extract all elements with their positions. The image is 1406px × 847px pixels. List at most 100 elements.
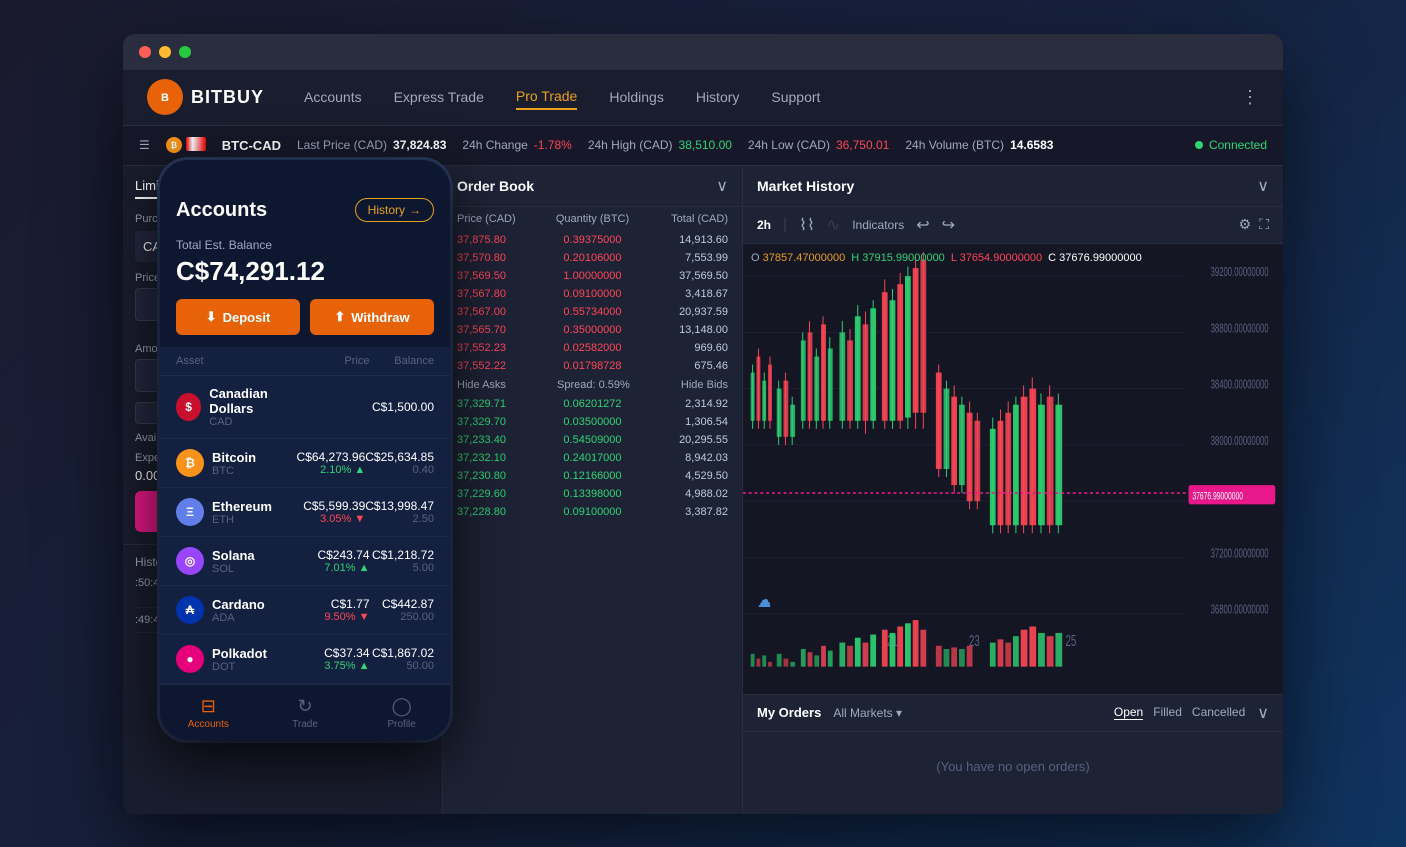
asset-symbol: ETH	[212, 514, 272, 526]
cancelled-orders-tab[interactable]: Cancelled	[1192, 705, 1245, 720]
bid-row[interactable]: 37,233.400.5450900020,295.55	[443, 431, 742, 449]
my-orders-chevron-icon[interactable]: ∨	[1257, 703, 1269, 723]
mobile-withdraw-button[interactable]: ⬆ Withdraw	[310, 299, 434, 335]
chart-fullscreen-icon[interactable]: ⛶	[1259, 216, 1269, 233]
asset-icon: ₳	[176, 596, 204, 624]
asset-balance-qty: 250.00	[370, 611, 435, 623]
ask-row[interactable]: 37,567.000.5573400020,937.59	[443, 303, 742, 321]
asset-price: C$1.77	[305, 597, 370, 611]
bid-row[interactable]: 37,228.800.091000003,387.82	[443, 503, 742, 521]
mobile-statusbar	[160, 160, 450, 184]
chart-indicators-button[interactable]: Indicators	[852, 218, 904, 232]
chart-actions: ⚙ ⛶	[1239, 216, 1269, 233]
minimize-window-dot[interactable]	[159, 46, 171, 58]
profile-nav-icon: ◯	[392, 696, 412, 717]
ask-row[interactable]: 37,570.800.201060007,553.99	[443, 249, 742, 267]
ask-row[interactable]: 37,567.800.091000003,418.67	[443, 285, 742, 303]
svg-text:39200.00000000: 39200.00000000	[1211, 265, 1269, 280]
nav-pro-trade[interactable]: Pro Trade	[516, 84, 577, 110]
chart-timeframe[interactable]: 2h	[757, 218, 771, 232]
ask-row[interactable]: 37,565.700.3500000013,148.00	[443, 321, 742, 339]
hide-bids-button[interactable]: Hide Bids	[681, 379, 728, 391]
asset-balance-col: C$13,998.47 2.50	[365, 499, 434, 525]
all-markets-filter[interactable]: All Markets ▾	[833, 706, 902, 720]
profile-nav-label: Profile	[388, 719, 416, 730]
cad-flag-icon	[186, 137, 206, 151]
ask-row[interactable]: 37,875.800.3937500014,913.60	[443, 231, 742, 249]
ticker-pair[interactable]: BTC-CAD	[222, 138, 281, 153]
asset-price: C$37.34	[305, 646, 370, 660]
mobile-nav-profile[interactable]: ◯ Profile	[353, 696, 450, 730]
nav-links: Accounts Express Trade Pro Trade Holding…	[304, 84, 1241, 110]
asset-item: ₿ Bitcoin BTC C$64,273.96 2.10% ▲ C$25,6…	[160, 439, 450, 488]
nav-support[interactable]: Support	[771, 85, 820, 109]
nav-holdings[interactable]: Holdings	[609, 85, 663, 109]
hide-asks-button[interactable]: Hide Asks	[457, 379, 506, 391]
mobile-balance-section: Total Est. Balance C$74,291.12 ⬇ Deposit…	[160, 232, 450, 347]
chart-settings-icon[interactable]: ⚙	[1239, 216, 1252, 233]
ticker-24h-low: 24h Low (CAD) 36,750.01	[748, 138, 889, 152]
asset-icon: ₿	[176, 449, 204, 477]
nav-accounts[interactable]: Accounts	[304, 85, 362, 109]
nav-history[interactable]: History	[696, 85, 740, 109]
asset-item: ◎ Solana SOL C$243.74 7.01% ▲ C$1,218.72…	[160, 537, 450, 586]
asset-price-col: C$64,273.96 2.10% ▲	[297, 450, 366, 476]
bid-row[interactable]: 37,232.100.240170008,942.03	[443, 449, 742, 467]
tab-limit[interactable]: Limit	[135, 178, 162, 199]
mobile-assets-container: $ Canadian Dollars CAD C$1,500.00 ₿ Bitc…	[160, 376, 450, 684]
connected-dot-icon	[1195, 141, 1203, 149]
no-open-orders-message: (You have no open orders)	[743, 732, 1283, 802]
mobile-deposit-button[interactable]: ⬇ Deposit	[176, 299, 300, 335]
asset-name: Solana	[212, 548, 255, 563]
asset-info: ₿ Bitcoin BTC	[176, 449, 297, 477]
asset-item: ● Polkadot DOT C$37.34 3.75% ▲ C$1,867.0…	[160, 635, 450, 684]
asset-icon: ●	[176, 645, 204, 673]
nav-express-trade[interactable]: Express Trade	[394, 85, 484, 109]
order-book-chevron-icon[interactable]: ∨	[716, 176, 728, 196]
filled-orders-tab[interactable]: Filled	[1153, 705, 1182, 720]
svg-text:25: 25	[1065, 631, 1076, 649]
svg-text:37200.00000000: 37200.00000000	[1211, 546, 1269, 561]
bid-row[interactable]: 37,329.700.035000001,306.54	[443, 413, 742, 431]
asset-item: Ξ Ethereum ETH C$5,599.39 3.05% ▼ C$13,9…	[160, 488, 450, 537]
order-filter-tabs: Open Filled Cancelled	[1114, 705, 1245, 720]
mobile-history-button[interactable]: History →	[355, 198, 434, 222]
bid-row[interactable]: 37,229.600.133980004,988.02	[443, 485, 742, 503]
svg-text:38800.00000000: 38800.00000000	[1211, 321, 1269, 336]
ticker-24h-high: 24h High (CAD) 38,510.00	[588, 138, 732, 152]
asset-balance-fiat: C$1,218.72	[370, 548, 435, 562]
svg-text:☁: ☁	[757, 586, 771, 611]
close-window-dot[interactable]	[139, 46, 151, 58]
asset-name: Canadian Dollars	[209, 386, 305, 416]
ask-row[interactable]: 37,552.220.01798728675.46	[443, 357, 742, 375]
asset-icon: Ξ	[176, 498, 204, 526]
chart-type-icon[interactable]: ⌇⌇	[799, 215, 815, 235]
chart-undo-icon[interactable]: ↩	[916, 215, 929, 235]
ticker-24h-volume: 24h Volume (BTC) 14.6583	[905, 138, 1053, 152]
market-history-chevron-icon[interactable]: ∨	[1257, 176, 1269, 196]
ask-row[interactable]: 37,569.501.0000000037,569.50	[443, 267, 742, 285]
mobile-nav-trade[interactable]: ↻ Trade	[257, 696, 354, 730]
bid-row[interactable]: 37,230.800.121660004,529.50	[443, 467, 742, 485]
mobile-navbar: ⊟ Accounts ↻ Trade ◯ Profile	[160, 684, 450, 740]
logo: B BITBUY	[147, 79, 264, 115]
logo-text: BITBUY	[191, 87, 264, 108]
maximize-window-dot[interactable]	[179, 46, 191, 58]
mobile-nav-accounts[interactable]: ⊟ Accounts	[160, 696, 257, 730]
asset-name: Ethereum	[212, 499, 272, 514]
chart-redo-icon[interactable]: ↪	[942, 215, 955, 235]
ticker-menu-icon[interactable]: ☰	[139, 138, 150, 152]
ticker-last-price: Last Price (CAD) 37,824.83	[297, 138, 446, 152]
svg-text:B: B	[161, 92, 169, 104]
ask-row[interactable]: 37,552.230.02582000969.60	[443, 339, 742, 357]
accounts-nav-label: Accounts	[188, 719, 229, 730]
asset-change: 9.50% ▼	[305, 611, 370, 623]
asset-change: 3.75% ▲	[305, 660, 370, 672]
bid-row[interactable]: 37,329.710.062012722,314.92	[443, 395, 742, 413]
nav-more-icon[interactable]: ⋮	[1241, 87, 1259, 108]
open-orders-tab[interactable]: Open	[1114, 705, 1143, 720]
ticker-flags: ₿	[166, 137, 206, 153]
mobile-header: Accounts History →	[160, 184, 450, 232]
asset-info: Ξ Ethereum ETH	[176, 498, 302, 526]
asset-balance-fiat: C$25,634.85	[365, 450, 434, 464]
